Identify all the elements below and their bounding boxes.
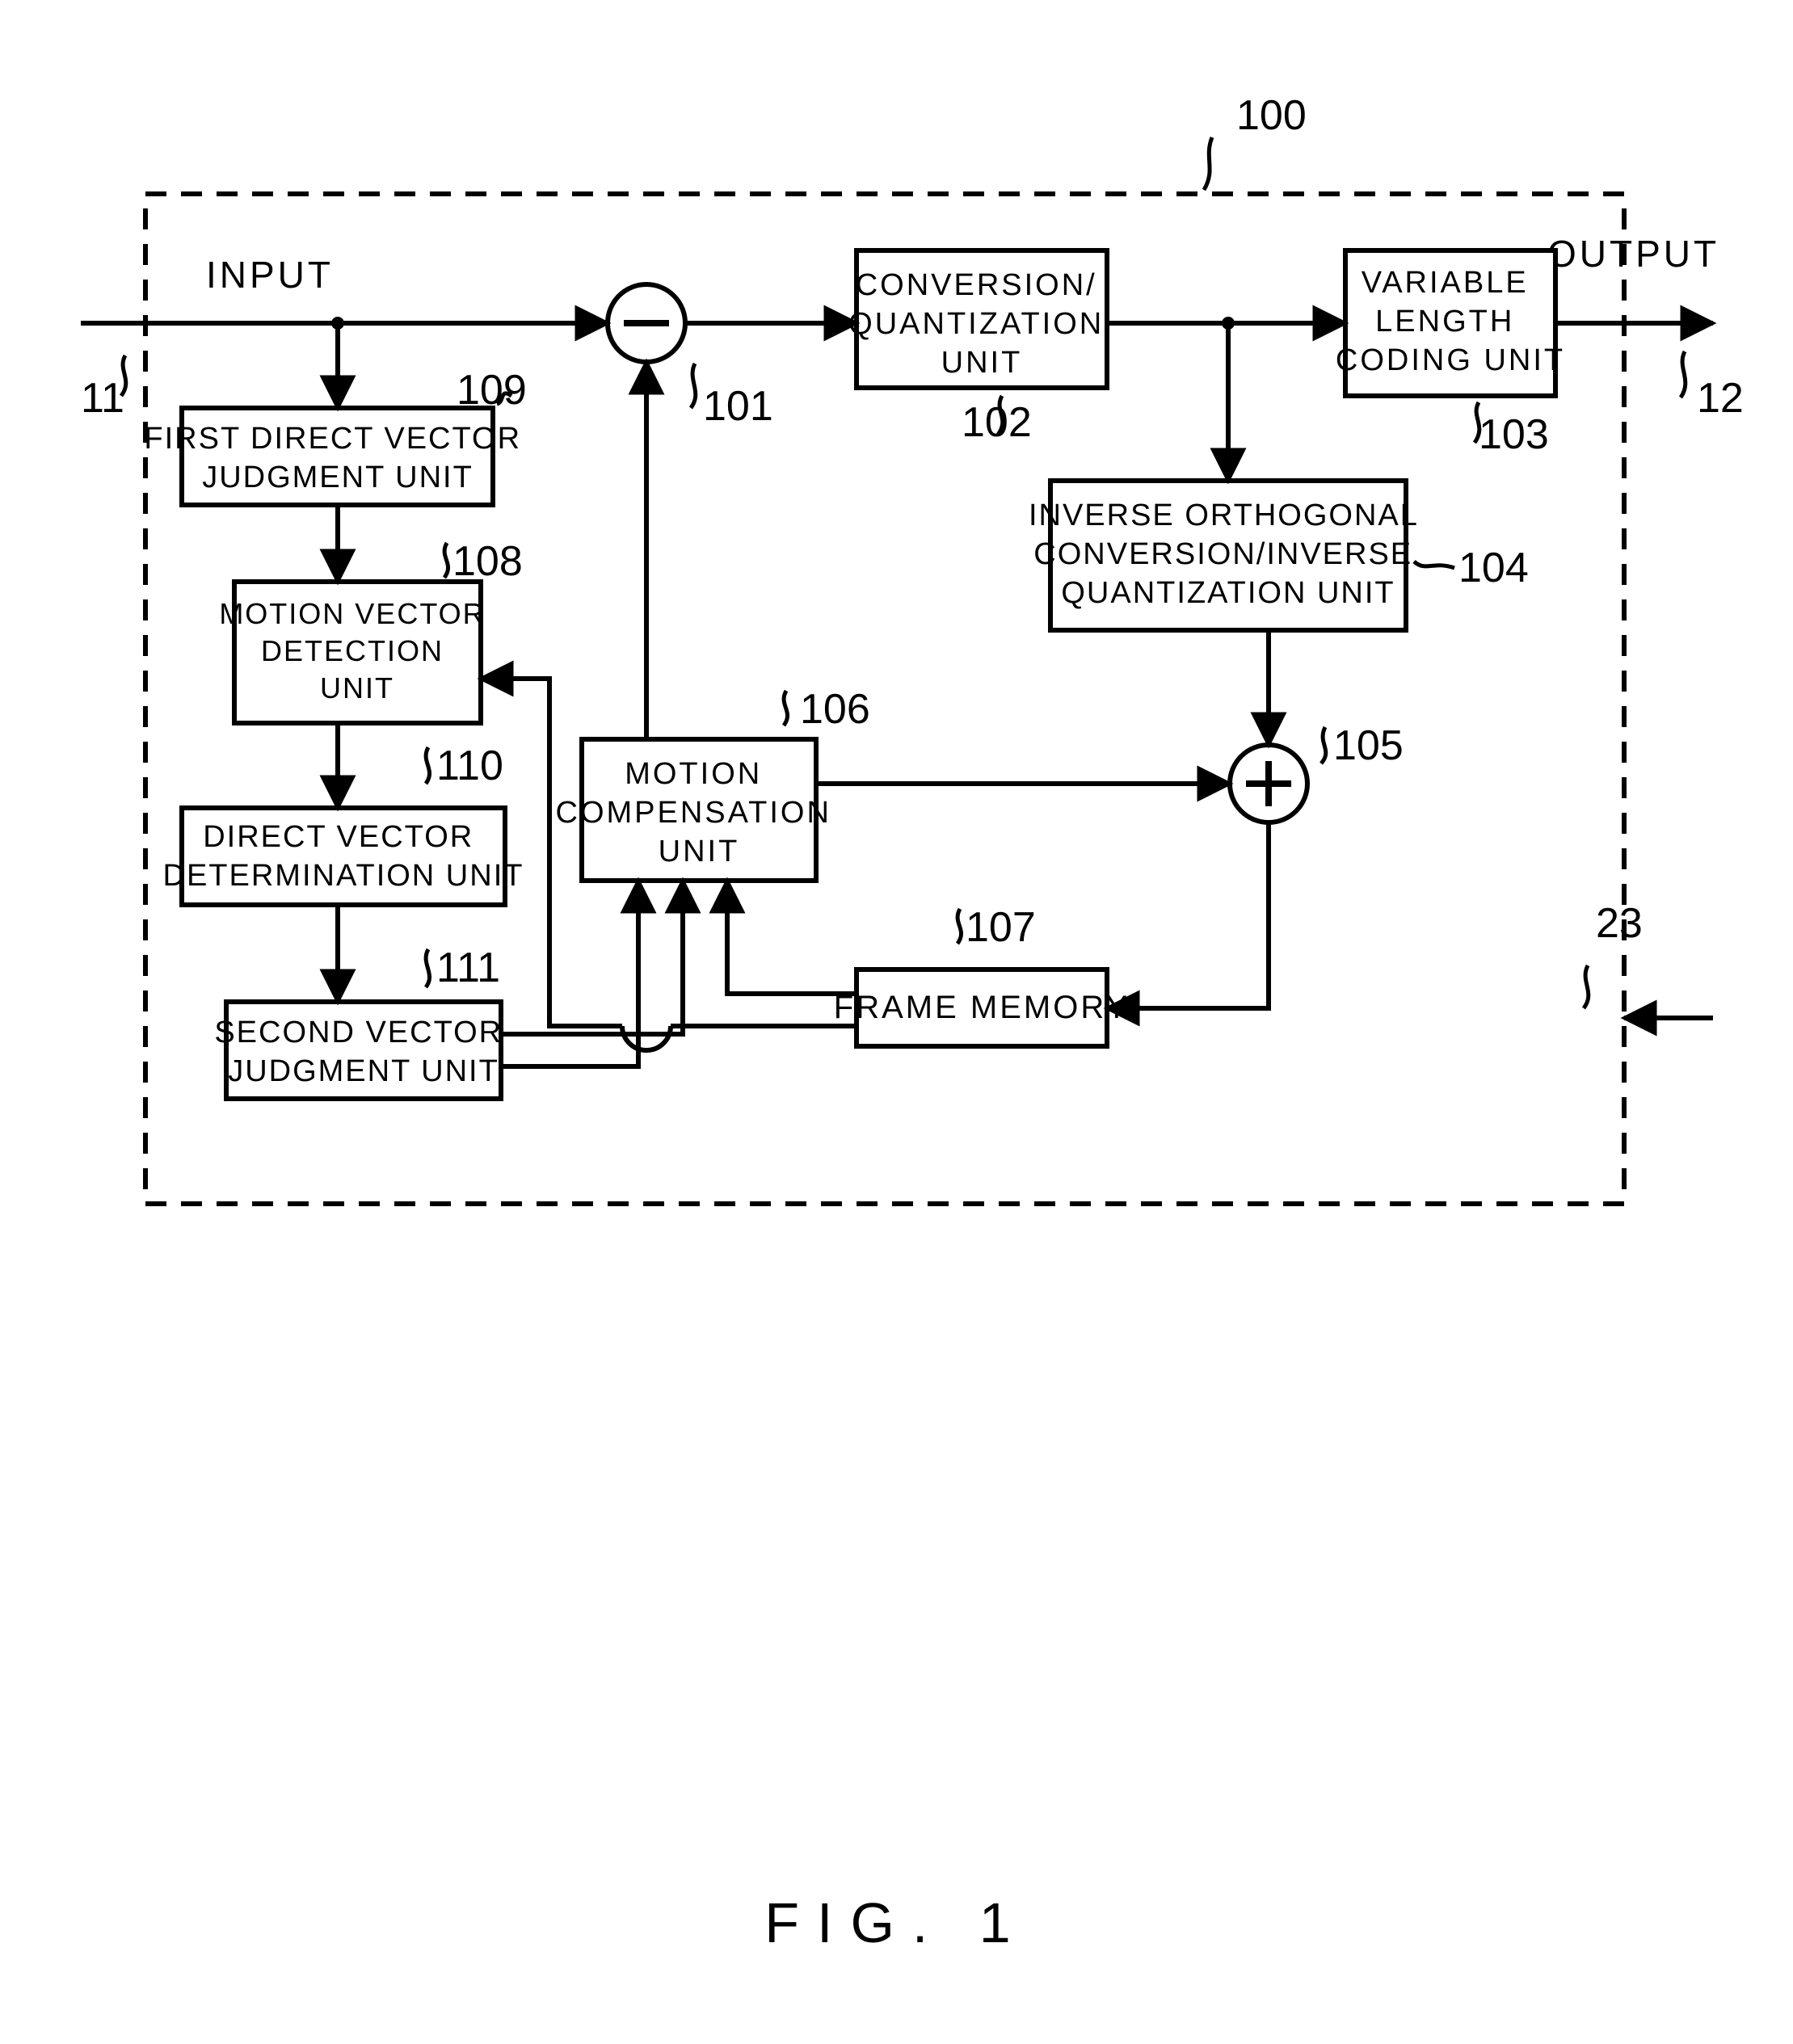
dvd-line2: DETERMINATION UNIT — [163, 859, 524, 893]
fdv-line1: FIRST DIRECT VECTOR — [144, 422, 521, 456]
sv-line2: JUDGMENT UNIT — [228, 1054, 499, 1088]
ref-108: 108 — [452, 538, 523, 585]
mvd-line3: UNIT — [320, 671, 394, 704]
ref-109: 109 — [457, 367, 527, 414]
mc-line1: MOTION — [625, 757, 762, 791]
ref-11: 11 — [81, 375, 124, 422]
svg-text:INVERSE ORTHOGONAL CONVE: INVERSE ORTHOGONAL CONVERSION/INVERSE QU… — [1029, 498, 1428, 610]
subtractor-node — [608, 284, 685, 362]
ref-105: 105 — [1333, 722, 1404, 769]
inv-line1: INVERSE ORTHOGONAL — [1029, 498, 1418, 532]
leader-23 — [1584, 965, 1589, 1008]
block-vlc: VARIABLE LENGTH CODING UNIT — [1336, 250, 1565, 396]
leader-103 — [1475, 402, 1479, 443]
block-sv: SECOND VECTOR JUDGMENT UNIT — [214, 1002, 512, 1099]
block-dvd: DIRECT VECTOR DETERMINATION UNIT — [163, 808, 524, 905]
block-fdv: FIRST DIRECT VECTOR JUDGMENT UNIT — [144, 408, 531, 505]
inv-line3: QUANTIZATION UNIT — [1061, 576, 1395, 610]
vlc-line2: LENGTH — [1375, 305, 1514, 339]
ref-106: 106 — [800, 686, 870, 733]
figure-caption: FIG. 1 — [0, 1890, 1793, 1955]
sv-line1: SECOND VECTOR — [214, 1016, 503, 1049]
convq-line1: CONVERSION/ — [856, 268, 1097, 302]
ref-102: 102 — [962, 399, 1032, 446]
ref-100: 100 — [1236, 92, 1307, 139]
inv-line2: CONVERSION/INVERSE — [1033, 537, 1412, 571]
leader-12 — [1681, 351, 1686, 397]
wire-fm-to-mc-1 — [727, 881, 857, 994]
leader-108 — [444, 543, 448, 578]
diagram-svg: 100 INPUT OUTPUT 11 12 23 101 105 CONVER… — [0, 0, 1793, 2044]
block-fm: FRAME MEMORY — [834, 969, 1130, 1046]
ref-111: 111 — [436, 944, 500, 991]
label-output: OUTPUT — [1547, 233, 1719, 275]
mc-line2: COMPENSATION — [556, 796, 831, 830]
label-input: INPUT — [206, 254, 334, 296]
ref-103: 103 — [1479, 411, 1549, 458]
wire-111-to-mc-a — [501, 881, 638, 1066]
mc-line3: UNIT — [659, 835, 740, 868]
leader-100 — [1204, 137, 1212, 190]
leader-106 — [784, 691, 788, 725]
ref-12: 12 — [1697, 375, 1744, 422]
ref-104: 104 — [1458, 545, 1529, 591]
wire-hop — [622, 1026, 671, 1050]
ref-23: 23 — [1596, 900, 1643, 947]
ref-107: 107 — [966, 904, 1036, 951]
ref-110: 110 — [436, 742, 503, 789]
vlc-line3: CODING UNIT — [1336, 343, 1565, 377]
leader-105 — [1321, 727, 1326, 763]
block-mc: MOTION COMPENSATION UNIT — [556, 739, 843, 881]
block-mvd: MOTION VECTOR DETECTION UNIT — [219, 582, 495, 723]
block-convq: CONVERSION/ QUANTIZATION UNIT — [848, 250, 1115, 388]
convq-line3: UNIT — [941, 346, 1023, 380]
leader-101 — [691, 364, 696, 408]
mvd-line2: DETECTION — [261, 634, 444, 667]
wire-adder-to-fm — [1107, 822, 1269, 1008]
leader-110 — [426, 747, 430, 784]
block-inv: INVERSE ORTHOGONAL CONVERSION/INVERSE QU… — [1029, 481, 1428, 630]
dvd-line1: DIRECT VECTOR — [203, 820, 474, 854]
leader-107 — [958, 909, 962, 944]
fdv-line2: JUDGMENT UNIT — [202, 461, 474, 494]
wire-111-to-mc-b — [501, 881, 683, 1034]
convq-line2: QUANTIZATION — [848, 307, 1104, 341]
mvd-line1: MOTION VECTOR — [219, 597, 485, 630]
fm-text: FRAME MEMORY — [834, 990, 1130, 1025]
diagram-page: 100 INPUT OUTPUT 11 12 23 101 105 CONVER… — [0, 0, 1793, 2044]
leader-111 — [426, 949, 430, 987]
adder-node — [1230, 745, 1307, 822]
vlc-line1: VARIABLE — [1362, 266, 1529, 300]
ref-101: 101 — [703, 383, 773, 430]
